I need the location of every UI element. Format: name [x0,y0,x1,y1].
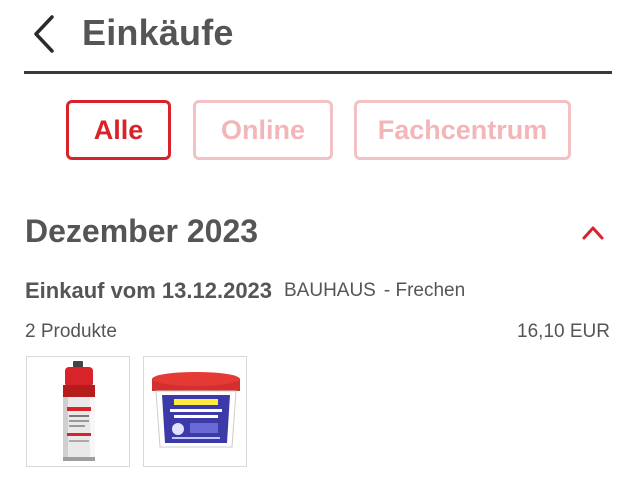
product-thumbnail-1[interactable] [26,356,130,467]
header-divider [24,71,612,74]
filter-bar: Alle Online Fachcentrum [0,100,640,162]
page-title: Einkäufe [82,12,234,53]
purchase-title: Einkauf vom 13.12.2023 [25,278,273,303]
purchase-store: BAUHAUS - Frechen [284,280,465,302]
header: Einkäufe [0,0,640,74]
chevron-left-icon [34,15,54,53]
filter-all-button[interactable]: Alle [66,100,171,160]
purchase-total: 16,10 EUR [517,321,610,342]
product-count: 2 Produkte [25,321,117,342]
filter-online-button[interactable]: Online [193,100,333,160]
filter-fachcentrum-button[interactable]: Fachcentrum [354,100,571,160]
chevron-up-icon[interactable] [580,222,606,244]
purchase-card[interactable]: Einkauf vom 13.12.2023 BAUHAUS - Frechen … [0,272,640,472]
paste-bucket-product-image [152,372,240,448]
store-name: BAUHAUS [284,280,376,301]
product-thumbnail-2[interactable] [143,356,247,467]
store-location: - Frechen [383,280,466,301]
back-button[interactable] [28,14,64,54]
spray-can-product-image [63,361,95,461]
month-section-header[interactable]: Dezember 2023 [0,208,640,256]
month-title: Dezember 2023 [25,213,259,249]
